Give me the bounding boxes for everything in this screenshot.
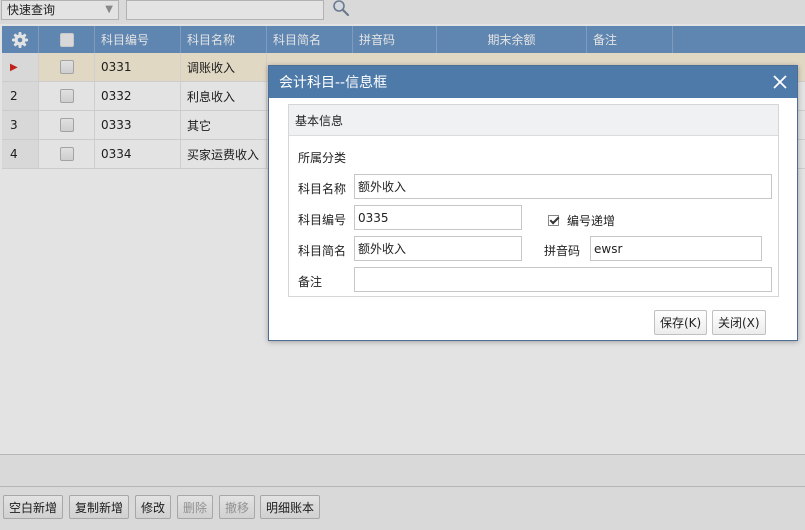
- pinyin-input[interactable]: ewsr: [590, 236, 762, 261]
- auto-increment-checkbox[interactable]: 编号递增: [548, 212, 615, 229]
- basic-info-group: 基本信息 所属分类 科目名称 额外收入 科目编号 0335 编号递增 科目简名 …: [288, 104, 779, 297]
- section-title: 基本信息: [289, 105, 778, 136]
- auto-increment-label: 编号递增: [567, 214, 616, 228]
- account-name-label: 科目名称: [298, 182, 347, 196]
- account-name-input[interactable]: 额外收入: [354, 174, 772, 199]
- save-button[interactable]: 保存(K): [654, 310, 708, 335]
- account-info-dialog: 会计科目--信息框 基本信息 所属分类 科目名称 额外收入 科目编号 0335 …: [268, 65, 798, 341]
- pinyin-label: 拼音码: [544, 244, 581, 258]
- account-code-input[interactable]: 0335: [354, 205, 522, 230]
- dialog-title: 会计科目--信息框: [279, 75, 388, 91]
- close-button[interactable]: 关闭(X): [712, 310, 766, 335]
- short-name-label: 科目简名: [298, 244, 347, 258]
- checkmark-icon: [548, 215, 559, 226]
- category-label: 所属分类: [298, 151, 347, 165]
- note-input[interactable]: [354, 267, 772, 292]
- dialog-titlebar: 会计科目--信息框: [269, 66, 797, 98]
- account-code-label: 科目编号: [298, 213, 347, 227]
- short-name-input[interactable]: 额外收入: [354, 236, 522, 261]
- note-label: 备注: [298, 275, 323, 289]
- close-icon[interactable]: [771, 73, 789, 91]
